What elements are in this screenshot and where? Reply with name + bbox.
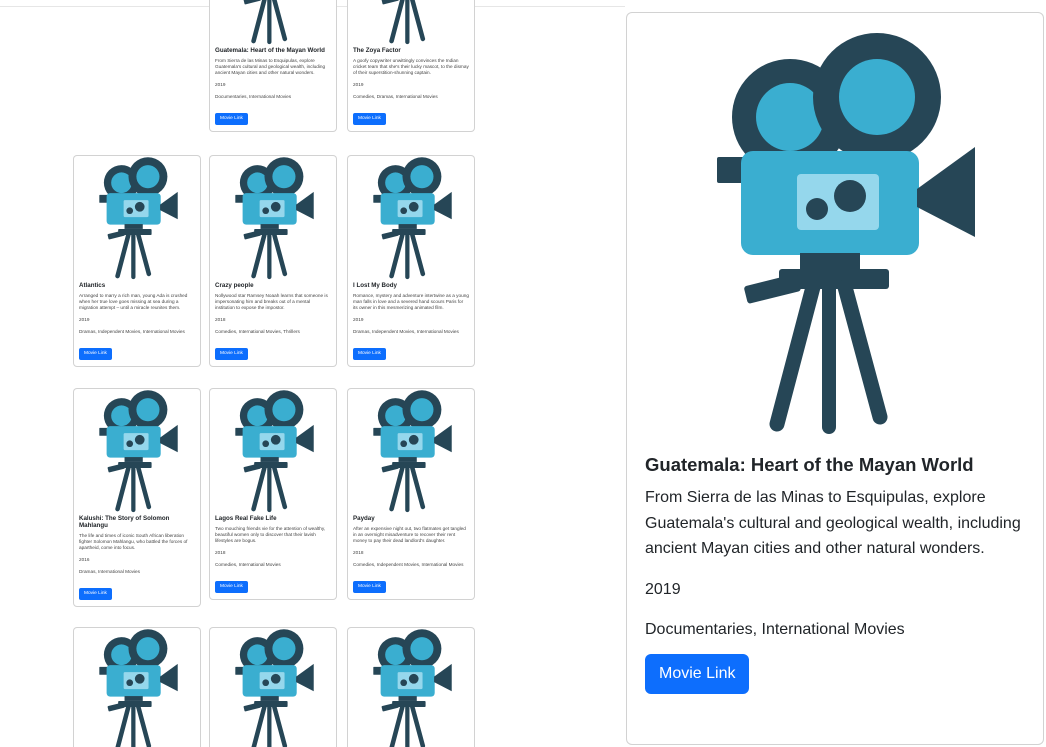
movie-camera-icon: [355, 628, 467, 747]
detail-movie-link-button[interactable]: Movie Link: [645, 653, 750, 694]
card-year: 2019: [215, 82, 226, 88]
card-description: The life and times of iconic South Afric…: [79, 533, 188, 551]
card-description: After an expensive night out, two flatma…: [353, 526, 466, 544]
card-genre: Comedies, International Movies: [215, 562, 281, 568]
card-description: Nollywood star Ramsey Noaah learns that …: [215, 293, 328, 311]
card-year: 2018: [215, 317, 226, 323]
movie-detail-card: Guatemala: Heart of the Mayan World From…: [626, 12, 1044, 745]
movie-card: Lagos Real Fake Life Two mouching friend…: [209, 388, 337, 601]
movie-card: [347, 627, 475, 747]
card-year: 2019: [353, 82, 364, 88]
movie-card: [73, 627, 201, 747]
movie-camera-icon: [81, 628, 193, 747]
movie-link-button[interactable]: Movie Link: [353, 113, 386, 126]
movie-camera-icon: [81, 389, 193, 513]
card-genre: Comedies, International Movies, Thriller…: [215, 329, 300, 335]
card-title: Atlantics: [79, 282, 106, 289]
movie-link-button[interactable]: Movie Link: [215, 348, 248, 361]
movie-link-button[interactable]: Movie Link: [353, 348, 386, 361]
movie-link-button[interactable]: Movie Link: [353, 581, 386, 594]
card-description: Romance, mystery and adventure intertwin…: [353, 293, 469, 311]
movie-camera-icon: [217, 0, 329, 45]
movie-card: Atlantics Arranged to marry a rich man, …: [73, 155, 201, 368]
card-description: Arranged to marry a rich man, young Ada …: [79, 293, 188, 311]
detail-title: Guatemala: Heart of the Mayan World: [645, 454, 974, 475]
movie-card: The Zoya Factor A goofy copywriter unwit…: [347, 0, 475, 133]
card-description: Two mouching friends vie for the attenti…: [215, 526, 326, 544]
movie-card: [209, 627, 337, 747]
movie-camera-icon: [217, 389, 329, 513]
card-genre: Dramas, International Movies: [79, 569, 140, 575]
detail-genre: Documentaries, International Movies: [645, 620, 905, 638]
card-year: 2018: [353, 550, 364, 556]
detail-year: 2019: [645, 580, 681, 598]
card-description: A goofy copywriter unwittingly convinces…: [353, 58, 469, 76]
movie-camera-icon: [81, 156, 193, 280]
movie-card: Payday After an expensive night out, two…: [347, 388, 475, 601]
movie-camera-icon: [217, 156, 329, 280]
movie-camera-icon: [217, 628, 329, 747]
movie-link-button[interactable]: Movie Link: [79, 588, 112, 601]
movie-camera-icon: [705, 29, 977, 437]
card-year: 2018: [215, 550, 226, 556]
movie-card: I Lost My Body Romance, mystery and adve…: [347, 155, 475, 368]
card-description: From Sierra de las Minas to Esquipulas, …: [215, 58, 326, 76]
movie-card: Kalushi: The Story of Solomon Mahlangu T…: [73, 388, 201, 608]
movie-card: Guatemala: Heart of the Mayan World From…: [209, 0, 337, 133]
card-title: The Zoya Factor: [353, 47, 401, 54]
movie-camera-icon: [355, 156, 467, 280]
card-title: Guatemala: Heart of the Mayan World: [215, 47, 325, 54]
movie-camera-icon: [355, 0, 467, 45]
card-year: 2016: [79, 557, 90, 563]
movie-grid: Guatemala: Heart of the Mayan World From…: [0, 0, 625, 747]
card-genre: Comedies, Independent Movies, Internatio…: [353, 562, 464, 568]
movie-link-button[interactable]: Movie Link: [215, 113, 248, 126]
card-title: Crazy people: [215, 282, 254, 289]
card-genre: Documentaries, International Movies: [215, 94, 292, 100]
movie-card: Crazy people Nollywood star Ramsey Noaah…: [209, 155, 337, 368]
card-title: I Lost My Body: [353, 282, 398, 289]
movie-link-button[interactable]: Movie Link: [215, 581, 248, 594]
movie-link-button[interactable]: Movie Link: [79, 348, 112, 361]
card-year: 2019: [79, 317, 90, 323]
movie-camera-icon: [355, 389, 467, 513]
card-title: Payday: [353, 515, 375, 522]
card-genre: Comedies, Dramas, International Movies: [353, 94, 438, 100]
detail-description: From Sierra de las Minas to Esquipulas, …: [645, 489, 1021, 557]
card-genre: Dramas, Independent Movies, Internationa…: [79, 329, 185, 335]
card-year: 2019: [353, 317, 364, 323]
card-title: Kalushi: The Story of Solomon Mahlangu: [79, 515, 170, 530]
card-genre: Dramas, Independent Movies, Internationa…: [353, 329, 459, 335]
card-title: Lagos Real Fake Life: [215, 515, 277, 522]
